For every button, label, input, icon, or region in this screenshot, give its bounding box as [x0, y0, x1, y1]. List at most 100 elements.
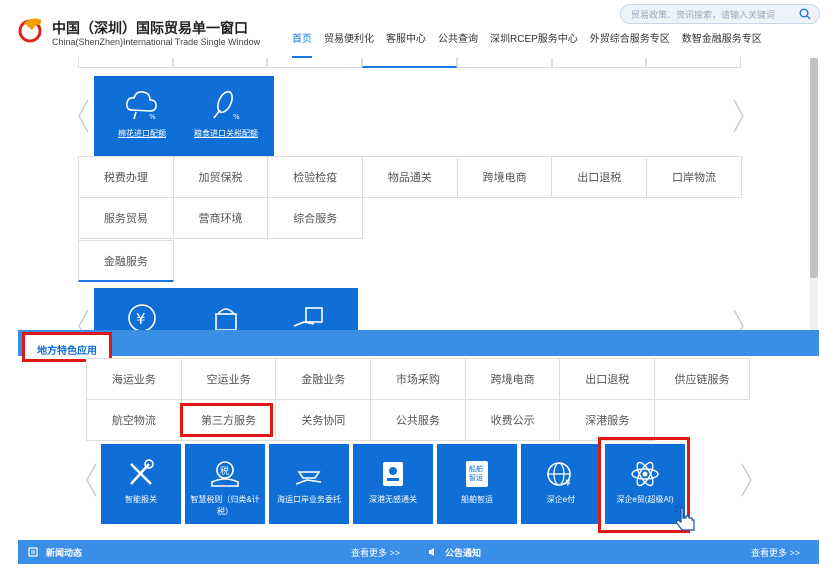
- nav-foreign-trade[interactable]: 外贸综合服务专区: [584, 32, 676, 54]
- highlight-third-party: [180, 403, 273, 437]
- tile-cotton-quota[interactable]: % 棉花进口配额: [94, 76, 190, 156]
- chevron-right-icon[interactable]: [730, 98, 746, 134]
- category-comprehensive[interactable]: 综合服务: [267, 197, 364, 239]
- ship-book-icon: 船舶 智运: [466, 461, 488, 487]
- tab-cell[interactable]: [267, 58, 363, 68]
- tab-shenzhen-hk[interactable]: 深港服务: [559, 399, 656, 441]
- app-label: 深港无感通关: [369, 495, 417, 504]
- cotton-cloud-icon: %: [126, 91, 157, 121]
- logo-icon: [18, 18, 42, 43]
- tab-finance[interactable]: 金融业务: [275, 358, 372, 400]
- tab-shipping[interactable]: 海运业务: [86, 358, 182, 400]
- news-more-link[interactable]: 查看更多 >>: [351, 546, 400, 559]
- nav-trade-facilitation[interactable]: 贸易便利化: [318, 32, 380, 54]
- category-grid: 税费办理 加贸保税 检验检疫 物品通关 跨境电商 出口退税 口岸物流 服务贸易 …: [78, 156, 742, 239]
- app-e-pay[interactable]: ¥ 深企e付: [521, 444, 601, 524]
- tax-bag-icon: 税: [211, 461, 239, 487]
- svg-text:船舶: 船舶: [469, 464, 483, 473]
- app-label: 深企e付: [546, 495, 576, 504]
- main-nav: 首页 贸易便利化 客服中心 公共查询 深圳RCEP服务中心 外贸综合服务专区 数…: [286, 32, 768, 58]
- news-icon: [28, 547, 38, 557]
- nav-home[interactable]: 首页: [286, 32, 318, 58]
- notice-label: 公告通知: [445, 548, 482, 558]
- app-label: 海运口岸业务委托: [277, 495, 341, 504]
- nav-rcep[interactable]: 深圳RCEP服务中心: [484, 32, 584, 54]
- tile-label: 棉花进口配额: [118, 129, 166, 138]
- tab-fees[interactable]: 收费公示: [464, 399, 561, 441]
- tab-cell[interactable]: [551, 58, 647, 68]
- svg-text:%: %: [149, 113, 156, 121]
- tab-cross-border[interactable]: 跨境电商: [464, 358, 561, 400]
- nav-digital-finance[interactable]: 数智金融服务专区: [676, 32, 768, 54]
- upper-content: % 棉花进口配额 % 粮食进口关税配额 税费办理 加贸保税 检验检疫 物品通关 …: [0, 58, 837, 330]
- tile-label: 粮食进口关税配额: [194, 129, 258, 138]
- globe-pay-icon: ¥: [547, 462, 571, 489]
- upper-tab-row: [78, 58, 742, 68]
- tile-grain-quota[interactable]: % 粮食进口关税配额: [178, 76, 274, 156]
- tile-finance-3[interactable]: [262, 288, 358, 330]
- site-title: 中国（深圳）国际贸易单一窗口: [52, 20, 248, 36]
- scrollbar-thumb[interactable]: [810, 58, 818, 278]
- category-port-logistics[interactable]: 口岸物流: [646, 156, 742, 198]
- app-ship-smart[interactable]: 船舶 智运 船舶智运: [437, 444, 517, 524]
- svg-text:智运: 智运: [469, 473, 483, 482]
- news-label: 新闻动态: [46, 548, 83, 558]
- yen-globe-icon: ¥: [128, 304, 156, 330]
- svg-text:%: %: [233, 113, 240, 121]
- tab-public-service[interactable]: 公共服务: [370, 399, 466, 441]
- tab-export-rebate[interactable]: 出口退税: [559, 358, 656, 400]
- tab-cell[interactable]: [78, 58, 173, 68]
- app-label: 智能报关: [125, 495, 157, 504]
- finance-safe-icon: [293, 307, 323, 327]
- svg-text:¥: ¥: [565, 479, 571, 489]
- tab-cell[interactable]: [172, 58, 268, 68]
- tab-cell[interactable]: [646, 58, 742, 68]
- app-port-entrust[interactable]: 海运口岸业务委托: [269, 444, 349, 524]
- speaker-icon: [429, 548, 434, 556]
- news-bar: 新闻动态 查看更多 >> 公告通知 查看更多 >>: [18, 540, 819, 564]
- category-bonded[interactable]: 加贸保税: [172, 156, 269, 198]
- category-finance[interactable]: 金融服务: [78, 240, 174, 282]
- category-service-trade[interactable]: 服务贸易: [78, 197, 174, 239]
- category-grid-row3: 金融服务: [78, 240, 741, 282]
- tab-customs-collab[interactable]: 关务协同: [275, 399, 372, 441]
- grain-percent-icon: %: [213, 90, 240, 121]
- search-icon[interactable]: [799, 8, 811, 20]
- tab-supply-chain[interactable]: 供应链服务: [654, 358, 750, 400]
- app-label: 智慧税则（归类&计税）: [190, 495, 260, 516]
- search-input[interactable]: 贸易政策、资讯搜索，请输入关键词: [620, 4, 820, 24]
- tab-air[interactable]: 空运业务: [180, 358, 277, 400]
- nav-public-query[interactable]: 公共查询: [432, 32, 484, 54]
- chevron-left-icon[interactable]: [84, 462, 100, 498]
- notice-more-link[interactable]: 查看更多 >>: [751, 546, 800, 559]
- chevron-left-icon[interactable]: [76, 308, 92, 330]
- section-header-bar: [18, 330, 819, 356]
- category-export-rebate[interactable]: 出口退税: [551, 156, 648, 198]
- category-business-env[interactable]: 营商环境: [172, 197, 269, 239]
- tab-market-procurement[interactable]: 市场采购: [370, 358, 466, 400]
- category-goods-clearance[interactable]: 物品通关: [362, 156, 458, 198]
- tile-finance-2[interactable]: [178, 288, 274, 330]
- chevron-right-icon[interactable]: [730, 308, 746, 330]
- nav-service-center[interactable]: 客服中心: [380, 32, 432, 54]
- header: 中国（深圳）国际贸易单一窗口 China(ShenZhen)Internatio…: [0, 0, 837, 58]
- tab-air-logistics[interactable]: 航空物流: [86, 399, 182, 441]
- tab-cell[interactable]: [362, 58, 457, 68]
- category-tax[interactable]: 税费办理: [78, 156, 174, 198]
- tab-cell[interactable]: [456, 58, 552, 68]
- tile-finance-1[interactable]: ¥: [94, 288, 190, 330]
- site-subtitle: China(ShenZhen)International Trade Singl…: [52, 37, 261, 47]
- category-cross-border[interactable]: 跨境电商: [456, 156, 553, 198]
- svg-text:¥: ¥: [136, 310, 146, 328]
- chevron-left-icon[interactable]: [76, 98, 92, 134]
- search-placeholder: 贸易政策、资讯搜索，请输入关键词: [631, 10, 776, 20]
- app-smart-declaration[interactable]: 智能报关: [101, 444, 181, 524]
- category-inspection[interactable]: 检验检疫: [267, 156, 364, 198]
- app-sz-hk-clearance[interactable]: 深港无感通关: [353, 444, 433, 524]
- ship-hand-icon: [295, 471, 322, 485]
- app-smart-tariff[interactable]: 税 智慧税则（归类&计税）: [185, 444, 265, 524]
- id-card-icon: [383, 462, 403, 486]
- chevron-right-icon[interactable]: [738, 462, 754, 498]
- svg-text:税: 税: [220, 465, 229, 477]
- app-label: 船舶智运: [461, 495, 493, 504]
